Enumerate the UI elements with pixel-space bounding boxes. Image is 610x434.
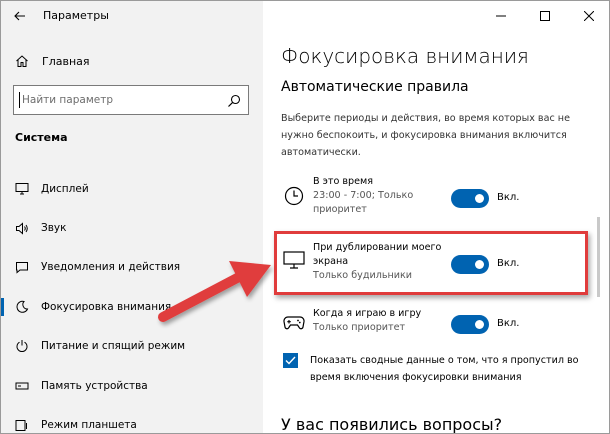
sidebar-item-display[interactable]: Дисплей bbox=[1, 169, 263, 208]
tablet-mode-icon bbox=[14, 419, 30, 432]
sidebar-item-label: Дисплей bbox=[41, 182, 89, 195]
maximize-button[interactable] bbox=[523, 1, 567, 31]
sidebar-item-tablet-mode[interactable]: Режим планшета bbox=[1, 405, 263, 433]
settings-window: Параметры Главная Найти параметр Система… bbox=[0, 0, 610, 434]
sidebar-item-label: Режим планшета bbox=[41, 419, 137, 432]
annotation-arrow-icon bbox=[158, 261, 271, 322]
window-controls bbox=[479, 1, 609, 31]
title-bar: Параметры bbox=[1, 1, 263, 31]
rule-subtitle: Только приоритет bbox=[313, 322, 406, 333]
sidebar-item-power[interactable]: Питание и спящий режим bbox=[1, 327, 263, 366]
sidebar-item-label: Память устройства bbox=[41, 379, 148, 392]
sound-icon bbox=[14, 221, 30, 235]
rule-playing-game[interactable]: Когда я играю в игру Только приоритет Вк… bbox=[283, 307, 603, 357]
toggle-label: Вкл. bbox=[497, 192, 520, 203]
rule-subtitle: 23:00 - 7:00; Только приоритет bbox=[313, 190, 414, 215]
minimize-icon bbox=[496, 15, 506, 17]
sidebar-item-storage[interactable]: Память устройства bbox=[1, 366, 263, 405]
highlight-box bbox=[274, 231, 588, 295]
clock-icon bbox=[283, 185, 305, 207]
maximize-icon bbox=[540, 11, 550, 21]
rule-toggle[interactable] bbox=[451, 189, 489, 208]
toggle-label: Вкл. bbox=[497, 318, 520, 329]
section-heading: Система bbox=[15, 131, 68, 144]
app-title: Параметры bbox=[43, 9, 109, 22]
sidebar-item-sound[interactable]: Звук bbox=[1, 208, 263, 247]
display-icon bbox=[14, 182, 30, 195]
search-placeholder: Найти параметр bbox=[22, 94, 113, 106]
checkmark-icon bbox=[285, 356, 296, 365]
summary-checkbox[interactable] bbox=[283, 353, 298, 368]
home-icon bbox=[15, 54, 31, 68]
search-icon[interactable] bbox=[227, 93, 241, 112]
power-icon bbox=[14, 339, 30, 353]
main-content: Фокусировка внимания Автоматические прав… bbox=[263, 1, 609, 434]
rule-toggle[interactable] bbox=[451, 315, 489, 334]
sidebar-item-label: Питание и спящий режим bbox=[41, 340, 186, 353]
text-caret bbox=[19, 92, 20, 108]
storage-icon bbox=[14, 380, 30, 392]
sidebar-item-label: Звук bbox=[41, 222, 67, 235]
rule-during-these-times[interactable]: В это время 23:00 - 7:00; Только приорит… bbox=[283, 175, 603, 225]
section-subtitle: Автоматические правила bbox=[281, 79, 469, 95]
scrollbar[interactable] bbox=[597, 217, 600, 297]
close-icon bbox=[584, 11, 594, 21]
sidebar: Параметры Главная Найти параметр Система… bbox=[1, 1, 263, 433]
home-link[interactable]: Главная bbox=[1, 47, 263, 75]
notifications-icon bbox=[14, 261, 30, 274]
description-text: Выберите периоды и действия, во время ко… bbox=[281, 113, 570, 158]
search-input[interactable]: Найти параметр bbox=[13, 85, 249, 115]
page-title: Фокусировка внимания bbox=[281, 44, 529, 68]
summary-checkbox-label: Показать сводные данные о том, что я про… bbox=[310, 355, 579, 383]
gamepad-icon bbox=[283, 311, 305, 333]
rule-title: Когда я играю в игру bbox=[313, 308, 422, 319]
rule-title: В это время bbox=[313, 176, 374, 187]
back-button[interactable] bbox=[7, 4, 33, 28]
focus-assist-icon bbox=[14, 300, 30, 314]
home-label: Главная bbox=[42, 54, 90, 68]
questions-heading: У вас появились вопросы? bbox=[281, 415, 503, 434]
close-button[interactable] bbox=[567, 1, 609, 31]
minimize-button[interactable] bbox=[479, 1, 523, 31]
back-arrow-icon bbox=[14, 11, 25, 21]
